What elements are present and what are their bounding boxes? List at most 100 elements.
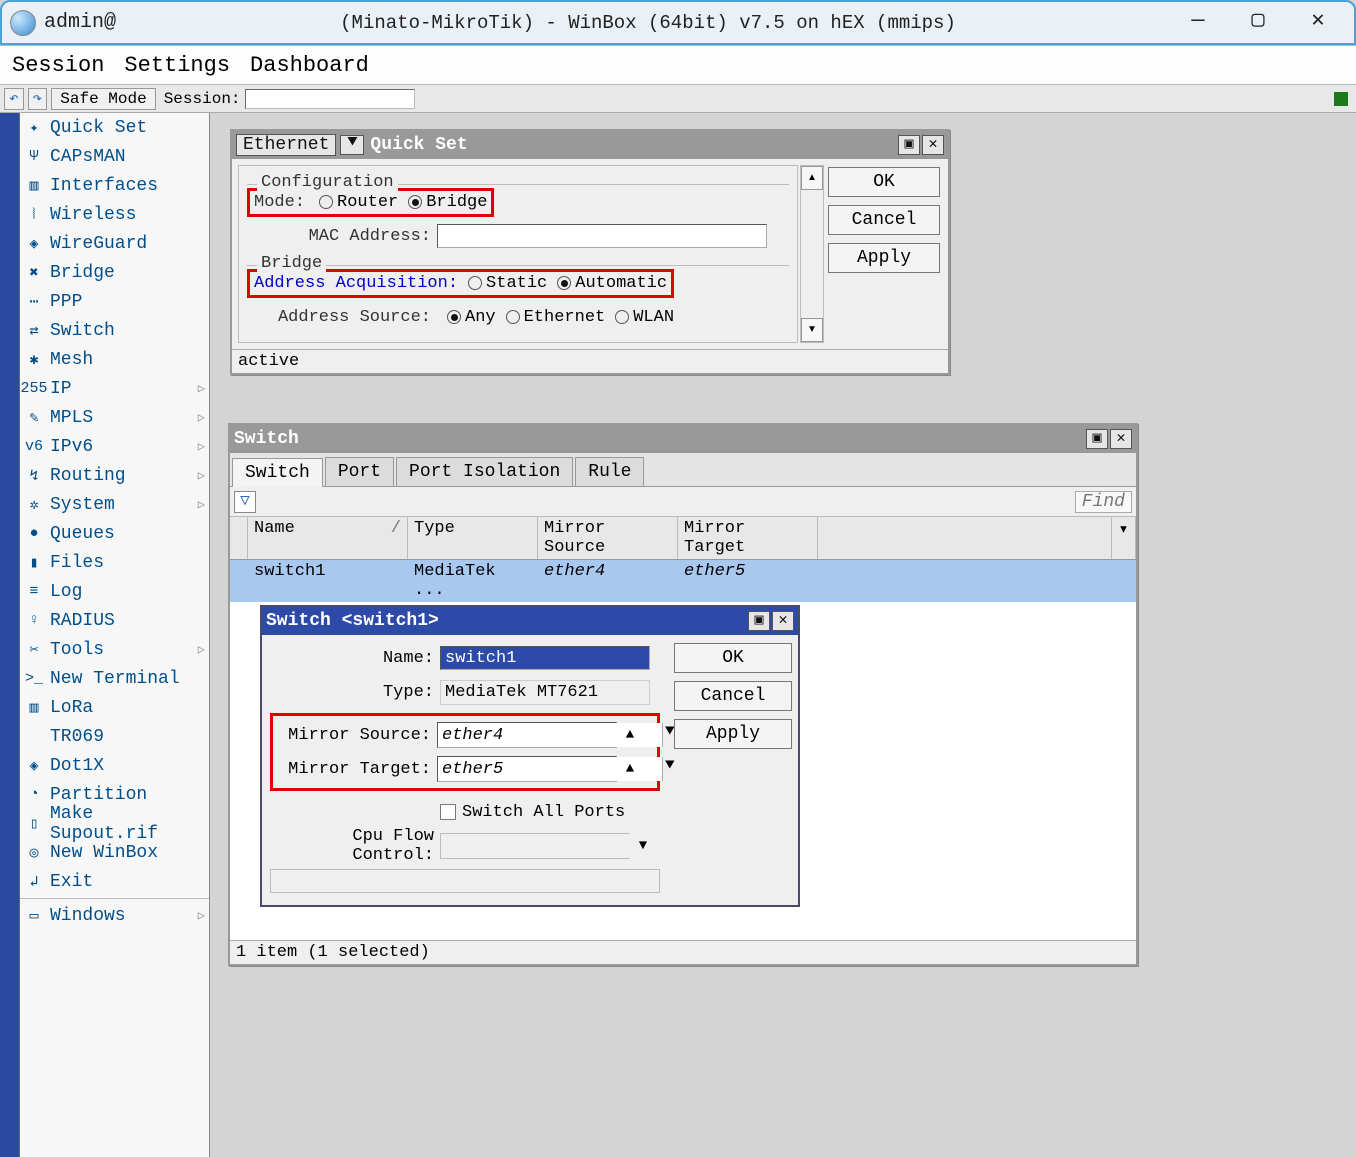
sidebar-item-ipv6[interactable]: v6IPv6▷ xyxy=(20,432,209,461)
sidebar-item-ip[interactable]: 255IP▷ xyxy=(20,374,209,403)
sidebar-item-radius[interactable]: ♀RADIUS xyxy=(20,606,209,635)
sidebar-item-interfaces[interactable]: ▥Interfaces xyxy=(20,171,209,200)
quickset-ok-button[interactable]: OK xyxy=(828,167,940,197)
gh-name[interactable]: Name/ xyxy=(248,517,408,559)
tab-port-isolation[interactable]: Port Isolation xyxy=(396,457,573,486)
gh-tgt[interactable]: Mirror Target xyxy=(678,517,818,559)
cpu-flow-combo[interactable] xyxy=(440,833,630,859)
menu-settings[interactable]: Settings xyxy=(124,53,230,78)
quickset-cancel-button[interactable]: Cancel xyxy=(828,205,940,235)
sidebar: ✦Quick SetΨCAPsMAN▥Interfaces⦚Wireless◈W… xyxy=(20,113,210,1157)
mirror-src-label: Mirror Source: xyxy=(273,726,437,745)
sidebar-item-tr069[interactable]: TR069 xyxy=(20,722,209,751)
src-any-radio[interactable] xyxy=(447,310,461,324)
title-text: (Minato-MikroTik) - WinBox (64bit) v7.5 … xyxy=(116,12,1180,34)
sidebar-item-files[interactable]: ▮Files xyxy=(20,548,209,577)
maximize-button[interactable]: ▢ xyxy=(1240,9,1276,37)
grid-header: Name/ Type Mirror Source Mirror Target ▾ xyxy=(230,517,1136,560)
sidebar-item-lora[interactable]: ▥LoRa xyxy=(20,693,209,722)
session-label: Session: xyxy=(164,90,241,108)
sidebar-item-log[interactable]: ≡Log xyxy=(20,577,209,606)
mirror-tgt-up[interactable]: ▲ xyxy=(621,761,639,777)
mode-bridge-radio[interactable] xyxy=(408,195,422,209)
switch-title: Switch xyxy=(234,429,299,449)
name-input[interactable] xyxy=(440,646,650,670)
scroll-up-button[interactable]: ▴ xyxy=(801,166,823,190)
mirror-src-combo[interactable]: ⯆ xyxy=(437,722,617,748)
sidebar-item-queues[interactable]: ●Queues xyxy=(20,519,209,548)
sidebar-item-exit[interactable]: ↲Exit xyxy=(20,867,209,896)
sidebar-item-routing[interactable]: ↯Routing▷ xyxy=(20,461,209,490)
switch-all-checkbox[interactable] xyxy=(440,804,456,820)
mode-router-radio[interactable] xyxy=(319,195,333,209)
filter-icon[interactable]: ▽ xyxy=(234,491,256,513)
sidebar-item-label: IP xyxy=(50,379,72,399)
quickset-apply-button[interactable]: Apply xyxy=(828,243,940,273)
switch-dialog-close-button[interactable]: ✕ xyxy=(772,611,794,631)
sidebar-item-label: Interfaces xyxy=(50,176,158,196)
dlg-ok-button[interactable]: OK xyxy=(674,643,792,673)
dlg-cancel-button[interactable]: Cancel xyxy=(674,681,792,711)
sidebar-item-new-terminal[interactable]: >_New Terminal xyxy=(20,664,209,693)
sidebar-item-capsman[interactable]: ΨCAPsMAN xyxy=(20,142,209,171)
table-row[interactable]: switch1 MediaTek ... ether4 ether5 xyxy=(230,560,1136,602)
quickset-combo[interactable]: Ethernet xyxy=(236,134,336,156)
close-button[interactable]: ✕ xyxy=(1300,9,1336,37)
dlg-apply-button[interactable]: Apply xyxy=(674,719,792,749)
find-button[interactable]: Find xyxy=(1075,491,1132,513)
src-eth-radio[interactable] xyxy=(506,310,520,324)
mac-input[interactable] xyxy=(437,224,767,248)
undo-button[interactable]: ↶ xyxy=(4,88,24,110)
acq-static-radio[interactable] xyxy=(468,276,482,290)
safe-mode-button[interactable]: Safe Mode xyxy=(51,88,155,110)
sidebar-item-dot1x[interactable]: ◈Dot1X xyxy=(20,751,209,780)
switch-tabs: Switch Port Port Isolation Rule xyxy=(230,453,1136,487)
switch-restore-button[interactable]: ▣ xyxy=(1086,429,1108,449)
quickset-close-button[interactable]: ✕ xyxy=(922,135,944,155)
bridge-icon: ✖ xyxy=(24,264,44,282)
switch-dialog-titlebar[interactable]: Switch <switch1> ▣ ✕ xyxy=(262,607,798,635)
gh-menu[interactable]: ▾ xyxy=(1112,517,1136,559)
quickset-combo-arrow[interactable]: ⯆ xyxy=(340,135,364,155)
sidebar-item-switch[interactable]: ⇄Switch xyxy=(20,316,209,345)
sidebar-item-tools[interactable]: ✂Tools▷ xyxy=(20,635,209,664)
src-wlan-radio[interactable] xyxy=(615,310,629,324)
side-tab[interactable]: RouterOS WinBox xyxy=(0,113,20,1157)
sidebar-item-label: LoRa xyxy=(50,698,93,718)
tab-switch[interactable]: Switch xyxy=(232,458,323,487)
tab-rule[interactable]: Rule xyxy=(575,457,644,486)
gh-src[interactable]: Mirror Source xyxy=(538,517,678,559)
scroll-down-button[interactable]: ▾ xyxy=(801,318,823,342)
tab-port[interactable]: Port xyxy=(325,457,394,486)
acq-label: Address Acquisition: xyxy=(254,274,458,293)
sidebar-item-mpls[interactable]: ✎MPLS▷ xyxy=(20,403,209,432)
switch-window: Switch ▣ ✕ Switch Port Port Isolation Ru… xyxy=(228,423,1138,966)
mirror-tgt-combo[interactable]: ⯆ xyxy=(437,756,617,782)
menu-dashboard[interactable]: Dashboard xyxy=(250,53,369,78)
sidebar-item-ppp[interactable]: ⋯PPP xyxy=(20,287,209,316)
menu-session[interactable]: Session xyxy=(12,53,104,78)
gh-type[interactable]: Type xyxy=(408,517,538,559)
quickset-scrollbar[interactable]: ▴ ▾ xyxy=(800,165,824,343)
switch-dialog-restore-button[interactable]: ▣ xyxy=(748,611,770,631)
sidebar-item-label: Routing xyxy=(50,466,126,486)
sidebar-item-label: Exit xyxy=(50,872,93,892)
redo-button[interactable]: ↷ xyxy=(28,88,48,110)
sidebar-item-bridge[interactable]: ✖Bridge xyxy=(20,258,209,287)
session-input[interactable] xyxy=(245,89,415,109)
sidebar-item-mesh[interactable]: ✱Mesh xyxy=(20,345,209,374)
quickset-titlebar[interactable]: Ethernet ⯆ Quick Set ▣ ✕ xyxy=(232,131,948,159)
sidebar-item-make-supout-rif[interactable]: ▯Make Supout.rif xyxy=(20,809,209,838)
mirror-src-up[interactable]: ▲ xyxy=(621,727,639,743)
sidebar-item-windows[interactable]: ▭Windows▷ xyxy=(20,901,209,930)
switch-titlebar[interactable]: Switch ▣ ✕ xyxy=(230,425,1136,453)
acq-auto-radio[interactable] xyxy=(557,276,571,290)
sidebar-item-system[interactable]: ✲System▷ xyxy=(20,490,209,519)
sidebar-item-label: Quick Set xyxy=(50,118,147,138)
sidebar-item-quick-set[interactable]: ✦Quick Set xyxy=(20,113,209,142)
make supout.rif-icon: ▯ xyxy=(24,815,44,833)
quickset-restore-button[interactable]: ▣ xyxy=(898,135,920,155)
minimize-button[interactable]: — xyxy=(1180,9,1216,37)
cpu-flow-down[interactable]: ▼ xyxy=(634,838,652,854)
switch-close-button[interactable]: ✕ xyxy=(1110,429,1132,449)
